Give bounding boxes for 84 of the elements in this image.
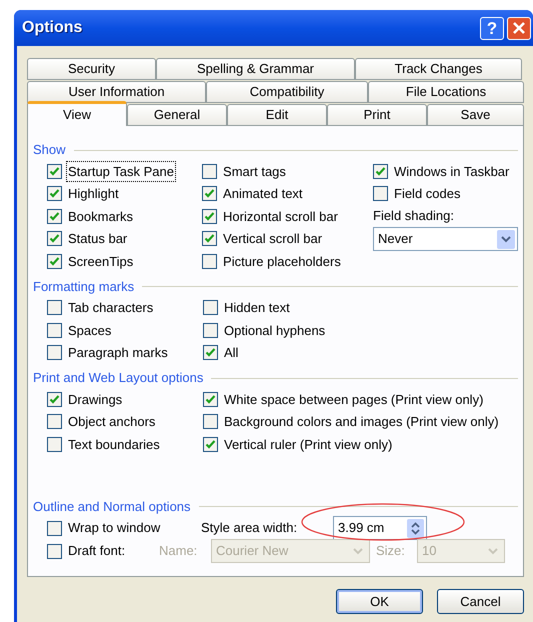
checkbox[interactable] <box>47 436 62 452</box>
checkbox-label[interactable]: Spaces <box>67 320 112 340</box>
section-heading: Formatting marks <box>33 278 134 296</box>
checkbox-label[interactable]: Tab characters <box>67 298 154 318</box>
checkbox-label[interactable]: White space between pages (Print view only) <box>223 390 484 409</box>
checkbox-label[interactable]: Vertical ruler (Print view only) <box>223 434 394 454</box>
tab[interactable]: Security <box>27 58 156 80</box>
field-label: Name: <box>159 542 198 560</box>
checkbox[interactable] <box>47 208 62 224</box>
checkbox[interactable] <box>47 345 62 360</box>
checkbox[interactable] <box>203 300 218 316</box>
tab[interactable]: Spelling & Grammar <box>156 58 355 80</box>
checkbox[interactable] <box>202 164 218 179</box>
spin-arrows-icon[interactable] <box>407 518 424 538</box>
section-heading: Outline and Normal options <box>33 498 191 516</box>
checkbox-label[interactable]: Horizontal scroll bar <box>222 206 339 226</box>
dropdown-value: 10 <box>422 542 438 560</box>
close-icon <box>512 21 526 35</box>
checkbox[interactable] <box>47 186 62 202</box>
checkbox-label[interactable]: Draft font: <box>67 541 126 561</box>
tab[interactable]: Edit <box>227 104 327 126</box>
field-label: Field shading: <box>373 207 455 226</box>
checkbox-label[interactable]: ScreenTips <box>67 252 134 271</box>
tab[interactable]: General <box>127 104 227 126</box>
window-title: Options <box>22 18 82 38</box>
checkbox-label[interactable]: Picture placeholders <box>222 252 342 271</box>
checkbox-label[interactable]: Field codes <box>393 184 462 204</box>
checkbox[interactable] <box>203 345 218 360</box>
checkbox-label[interactable]: Windows in Taskbar <box>393 162 510 181</box>
checkbox[interactable] <box>202 254 218 269</box>
dropdown-value: Never <box>378 230 414 248</box>
checkbox[interactable] <box>202 231 218 246</box>
checkbox[interactable] <box>203 392 218 407</box>
checkbox[interactable] <box>373 164 388 179</box>
spinner-field[interactable]: 3.99 cm <box>333 516 427 540</box>
dialog-button[interactable]: Cancel <box>437 589 524 614</box>
dropdown-value: Courier New <box>216 542 290 560</box>
checkbox[interactable] <box>47 414 62 430</box>
checkbox[interactable] <box>47 300 62 316</box>
checkbox-label[interactable]: Animated text <box>222 184 304 204</box>
tab[interactable]: Compatibility <box>206 81 368 103</box>
checkbox[interactable] <box>202 186 218 202</box>
checkbox[interactable] <box>47 164 62 179</box>
checkbox-label[interactable]: Smart tags <box>222 162 287 181</box>
checkbox-label[interactable]: Optional hyphens <box>223 320 326 340</box>
tab[interactable]: Save <box>427 104 524 126</box>
tab[interactable]: User Information <box>27 81 206 103</box>
checkbox-label[interactable]: Background colors and images (Print view only) <box>223 412 500 432</box>
help-button[interactable]: ? <box>480 16 504 40</box>
checkbox-label[interactable]: Object anchors <box>67 412 156 432</box>
checkbox-label[interactable]: Status bar <box>67 229 128 248</box>
checkbox-label[interactable]: Text boundaries <box>67 434 161 454</box>
checkbox[interactable] <box>47 544 62 558</box>
checkbox-label[interactable]: All <box>223 343 240 362</box>
checkbox-label[interactable]: Drawings <box>67 390 124 409</box>
field-label: Style area width: <box>201 519 298 538</box>
checkbox[interactable] <box>47 520 62 536</box>
checkbox[interactable] <box>373 186 388 202</box>
checkbox[interactable] <box>47 231 62 246</box>
tab[interactable]: File Locations <box>368 81 524 103</box>
checkbox[interactable] <box>203 322 218 338</box>
checkbox[interactable] <box>47 322 62 338</box>
dialog-button[interactable]: OK <box>336 589 423 614</box>
checkbox[interactable] <box>202 208 218 224</box>
field-label: Size: <box>376 542 405 560</box>
checkbox-label[interactable]: Vertical scroll bar <box>222 229 324 248</box>
checkbox-label[interactable]: Highlight <box>67 184 120 204</box>
dropdown[interactable]: Never <box>373 227 518 251</box>
checkbox[interactable] <box>203 414 218 430</box>
checkbox-label[interactable]: Paragraph marks <box>67 343 169 362</box>
section-heading: Show <box>33 141 66 160</box>
close-button[interactable] <box>507 16 531 40</box>
checkbox[interactable] <box>47 254 62 269</box>
tab[interactable]: Track Changes <box>355 58 522 80</box>
tab[interactable]: Print <box>327 104 427 126</box>
tab[interactable]: View <box>27 101 127 126</box>
section-heading: Print and Web Layout options <box>33 369 204 388</box>
checkbox-label[interactable]: Hidden text <box>223 298 291 318</box>
checkbox-label[interactable]: Startup Task Pane <box>67 162 175 181</box>
checkbox-label[interactable]: Bookmarks <box>67 206 134 226</box>
spinner-value: 3.99 cm <box>338 519 386 538</box>
checkbox[interactable] <box>203 436 218 452</box>
checkbox[interactable] <box>47 392 62 407</box>
checkbox-label[interactable]: Wrap to window <box>67 518 162 538</box>
